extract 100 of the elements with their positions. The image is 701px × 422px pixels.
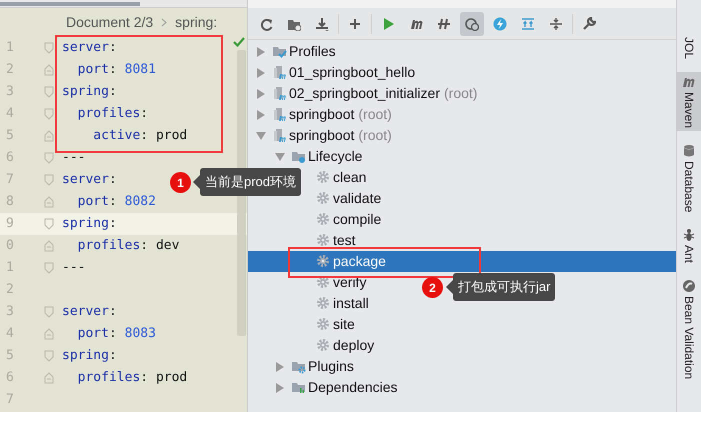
line-number: 5 bbox=[5, 127, 15, 146]
tree-item[interactable]: Profiles bbox=[254, 41, 336, 62]
folder-icon bbox=[291, 359, 306, 374]
tree-item[interactable]: test bbox=[316, 230, 356, 251]
fold-icon[interactable] bbox=[44, 152, 54, 164]
letter-m-icon bbox=[682, 75, 696, 90]
fold-icon[interactable] bbox=[44, 108, 54, 120]
database-icon bbox=[682, 144, 696, 158]
tree-item[interactable]: compile bbox=[316, 209, 382, 230]
line-number: 6 bbox=[5, 149, 15, 168]
tree-item[interactable]: springboot (root) bbox=[254, 104, 392, 125]
side-tab[interactable]: Ant bbox=[677, 225, 701, 266]
line-number: 1 bbox=[5, 259, 15, 278]
gear-icon bbox=[316, 212, 331, 227]
fold-icon[interactable] bbox=[44, 240, 54, 252]
tree-item[interactable]: verify bbox=[316, 272, 366, 293]
expand-arrow-icon[interactable] bbox=[275, 362, 285, 372]
tooltip-pointer bbox=[193, 175, 200, 189]
run-icon bbox=[381, 16, 395, 30]
code-line: --- bbox=[62, 259, 86, 278]
tooltip-pointer bbox=[446, 280, 453, 294]
gear-icon bbox=[316, 338, 331, 353]
module-icon bbox=[272, 107, 287, 122]
expand-arrow-icon[interactable] bbox=[256, 68, 266, 78]
line-number: 0 bbox=[5, 237, 15, 256]
breadcrumb-item[interactable]: spring: bbox=[175, 12, 218, 33]
tree-item[interactable]: 01_springboot_hello bbox=[254, 62, 416, 83]
side-tab[interactable]: Database bbox=[677, 141, 701, 216]
fold-icon[interactable] bbox=[44, 42, 54, 54]
code-line: spring: bbox=[62, 83, 117, 102]
fold-icon[interactable] bbox=[44, 86, 54, 98]
lightning-icon bbox=[493, 16, 507, 30]
code-line: spring: bbox=[62, 347, 117, 366]
tree-item[interactable]: Lifecycle bbox=[273, 146, 362, 167]
gear-icon bbox=[316, 254, 331, 269]
expand-arrow-icon[interactable] bbox=[256, 46, 266, 56]
bug-icon bbox=[682, 228, 696, 242]
tree-item[interactable]: validate bbox=[316, 188, 382, 209]
line-number: 8 bbox=[5, 193, 15, 212]
line-number: 1 bbox=[5, 39, 15, 58]
tree-item[interactable]: site bbox=[316, 314, 355, 335]
code-line: --- bbox=[62, 149, 86, 168]
code-line: active: prod bbox=[92, 127, 188, 146]
gear-icon bbox=[316, 317, 331, 332]
gear-icon bbox=[316, 170, 331, 185]
tree-item[interactable]: install bbox=[316, 293, 369, 314]
tree-item[interactable]: package bbox=[248, 251, 676, 272]
plus-icon bbox=[348, 16, 362, 30]
tree-item[interactable]: Dependencies bbox=[273, 377, 398, 398]
line-number: 7 bbox=[5, 391, 15, 410]
tree-item[interactable]: springboot (root) bbox=[254, 125, 392, 146]
module-icon bbox=[272, 65, 287, 80]
code-line: profiles: prod bbox=[76, 369, 188, 388]
breadcrumb-item[interactable]: Document 2/3 bbox=[66, 12, 154, 33]
folder-icon bbox=[291, 380, 306, 395]
fold-icon[interactable] bbox=[44, 306, 54, 318]
line-number: 4 bbox=[5, 105, 15, 124]
line-number: 4 bbox=[5, 325, 15, 344]
fold-icon[interactable] bbox=[44, 262, 54, 274]
tree-item[interactable]: clean bbox=[316, 167, 366, 188]
code-line: server: bbox=[62, 39, 117, 58]
line-number: 3 bbox=[5, 303, 15, 322]
gear-icon bbox=[316, 191, 331, 206]
expand-arrow-icon[interactable] bbox=[275, 382, 285, 392]
code-line: profiles: bbox=[76, 105, 148, 124]
side-tab[interactable]: Bean Validation bbox=[677, 276, 701, 383]
collapse-arrow-icon[interactable] bbox=[256, 130, 266, 140]
fold-icon[interactable] bbox=[44, 328, 54, 340]
code-line: spring: bbox=[62, 215, 117, 234]
module-icon bbox=[272, 86, 287, 101]
fold-icon[interactable] bbox=[44, 174, 54, 186]
fold-icon[interactable] bbox=[44, 218, 54, 230]
side-tab[interactable]: JOL bbox=[677, 34, 701, 62]
collapse-icon bbox=[549, 16, 563, 30]
fold-icon[interactable] bbox=[44, 130, 54, 142]
line-number: 3 bbox=[5, 83, 15, 102]
tree-item[interactable]: 02_springboot_initializer (root) bbox=[254, 83, 478, 104]
fold-icon[interactable] bbox=[44, 64, 54, 76]
profiles-icon bbox=[272, 44, 287, 59]
line-number: 5 bbox=[5, 347, 15, 366]
fold-icon[interactable] bbox=[44, 196, 54, 208]
expand-arrow-icon[interactable] bbox=[256, 110, 266, 120]
expand-arrow-icon[interactable] bbox=[256, 88, 266, 98]
toolbar-button[interactable] bbox=[460, 12, 484, 36]
code-line: port: 8081 bbox=[76, 61, 156, 80]
settings-icon bbox=[582, 16, 596, 30]
tree-item[interactable]: deploy bbox=[316, 335, 374, 356]
gear-icon bbox=[316, 275, 331, 290]
fold-icon[interactable] bbox=[44, 372, 54, 384]
collapse-arrow-icon[interactable] bbox=[275, 152, 285, 162]
fold-icon[interactable] bbox=[44, 350, 54, 362]
download-icon bbox=[315, 16, 329, 30]
line-number: 9 bbox=[5, 215, 15, 234]
tree-item[interactable]: Plugins bbox=[273, 356, 354, 377]
line-number: 7 bbox=[5, 171, 15, 190]
gear-icon bbox=[316, 233, 331, 248]
reload-icon bbox=[259, 16, 273, 30]
side-tab[interactable]: Maven bbox=[677, 72, 701, 132]
chevron-icon bbox=[161, 18, 168, 27]
code-line: profiles: dev bbox=[76, 237, 180, 256]
